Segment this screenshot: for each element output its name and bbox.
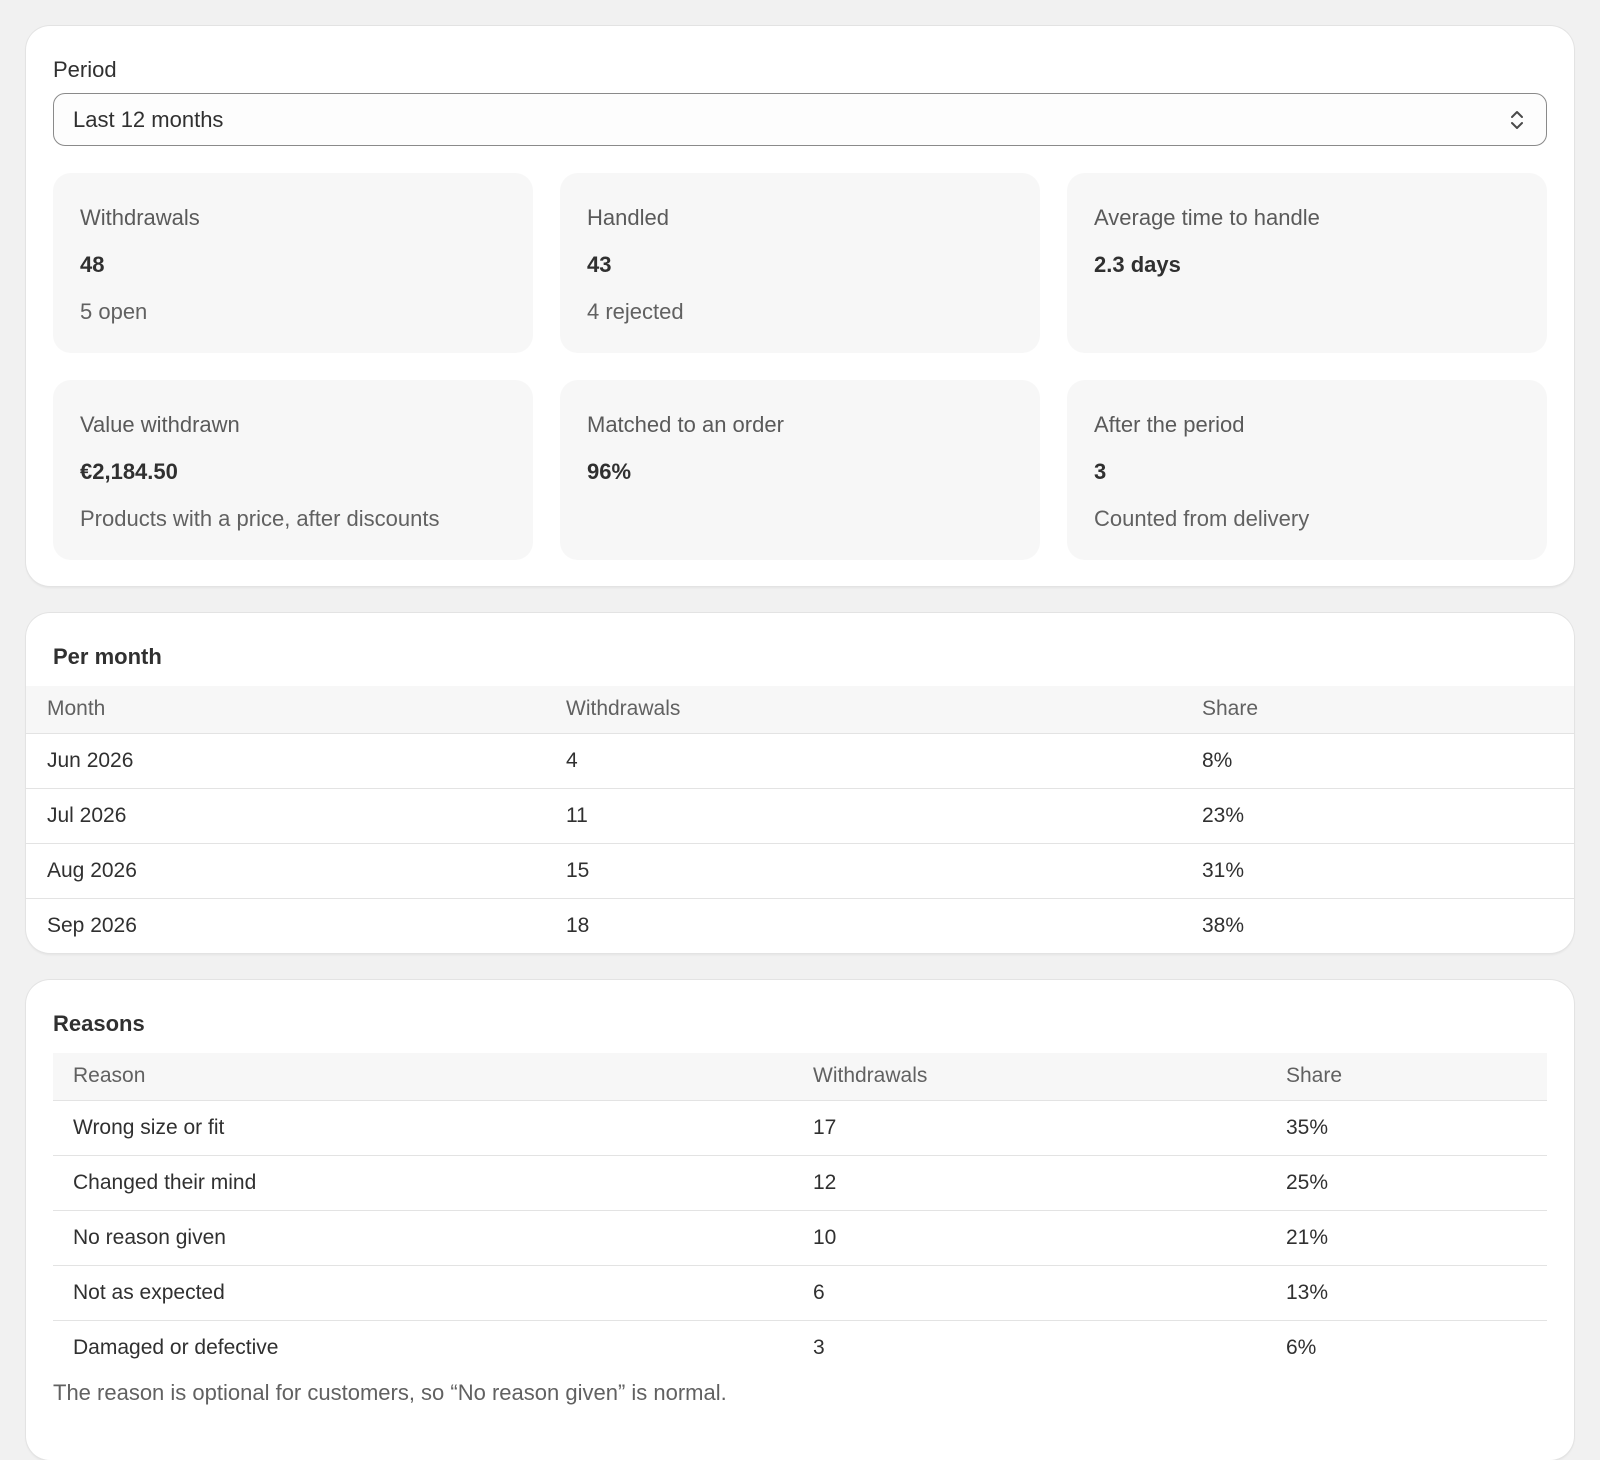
table-header-row: Month Withdrawals Share (26, 686, 1574, 734)
period-select[interactable]: Last 12 months (53, 93, 1547, 146)
cell-share: 6% (1286, 1335, 1317, 1359)
cell-month: Aug 2026 (26, 843, 566, 899)
metric-value: 96% (587, 459, 632, 484)
reasons-footnote: The reason is optional for customers, so… (53, 1380, 727, 1405)
reasons-title: Reasons (53, 1011, 145, 1036)
table-header-row: Reason Withdrawals Share (53, 1053, 1547, 1101)
cell-reason: Changed their mind (53, 1155, 813, 1211)
metrics-grid: Withdrawals 48 5 open Handled 43 4 rejec… (53, 173, 1547, 560)
metric-value: 3 (1094, 459, 1107, 484)
reasons-table: Reason Withdrawals Share Wrong size or f… (53, 1053, 1547, 1375)
cell-share: 13% (1286, 1265, 1547, 1321)
metric-value: €2,184.50 (80, 459, 178, 484)
metric-label: Value withdrawn (80, 412, 240, 437)
cell-withdrawals: 18 (566, 913, 590, 937)
cell-withdrawals: 6 (813, 1265, 1286, 1321)
cell-month: Sep 2026 (47, 913, 137, 937)
table-row: Jun 2026 4 8% (26, 733, 1574, 789)
cell-share: 38% (1202, 913, 1245, 937)
reasons-card: Reasons Reason Withdrawals Share Wrong s… (26, 980, 1574, 1460)
metric-label: After the period (1094, 412, 1245, 437)
metric-handled: Handled 43 4 rejected (560, 173, 1040, 353)
metric-note: Products with a price, after discounts (80, 506, 440, 531)
chevron-up-down-icon (1511, 111, 1523, 129)
metric-note: 5 open (80, 299, 148, 324)
cell-share: 21% (1286, 1210, 1547, 1266)
cell-withdrawals: 17 (813, 1100, 1286, 1156)
cell-share: 8% (1202, 733, 1574, 789)
summary-card: Period Last 12 months Withdrawals 48 5 o… (26, 26, 1574, 586)
table-row: Sep 2026 18 38% (26, 898, 1574, 953)
cell-share: 31% (1202, 843, 1574, 899)
column-header-withdrawals: Withdrawals (566, 686, 1202, 734)
table-row: No reason given 10 21% (53, 1210, 1547, 1266)
metric-note: 4 rejected (587, 299, 684, 324)
table-row: Changed their mind 12 25% (53, 1155, 1547, 1211)
cell-withdrawals: 11 (566, 788, 1202, 844)
metric-value: 48 (80, 252, 105, 277)
cell-month: Jun 2026 (26, 733, 566, 789)
cell-month: Jul 2026 (26, 788, 566, 844)
metric-matched-order: Matched to an order 96% (560, 380, 1040, 560)
table-row: Not as expected 6 13% (53, 1265, 1547, 1321)
column-header-month: Month (26, 686, 566, 734)
metric-label: Matched to an order (587, 412, 784, 437)
cell-reason: Damaged or defective (73, 1335, 279, 1359)
cell-share: 23% (1202, 788, 1574, 844)
period-label: Period (53, 57, 117, 82)
metric-value-withdrawn: Value withdrawn €2,184.50 Products with … (53, 380, 533, 560)
column-header-share: Share (1202, 686, 1574, 734)
table-row: Wrong size or fit 17 35% (53, 1100, 1547, 1156)
cell-withdrawals: 12 (813, 1155, 1286, 1211)
cell-reason: Wrong size or fit (53, 1100, 813, 1156)
cell-share: 35% (1286, 1100, 1547, 1156)
cell-withdrawals: 4 (566, 733, 1202, 789)
cell-withdrawals: 15 (566, 843, 1202, 899)
period-selected-value: Last 12 months (73, 106, 224, 132)
metric-label: Average time to handle (1094, 205, 1320, 230)
table-row: Aug 2026 15 31% (26, 843, 1574, 899)
cell-withdrawals: 3 (813, 1335, 825, 1359)
metric-value: 43 (587, 252, 612, 277)
metric-label: Handled (587, 205, 669, 230)
column-header-reason: Reason (53, 1053, 813, 1101)
column-header-withdrawals: Withdrawals (813, 1053, 1286, 1101)
metric-after-period: After the period 3 Counted from delivery (1067, 380, 1547, 560)
cell-share: 25% (1286, 1155, 1547, 1211)
cell-reason: No reason given (53, 1210, 813, 1266)
metric-note: Counted from delivery (1094, 506, 1310, 531)
column-header-share: Share (1286, 1053, 1547, 1101)
per-month-card: Per month Month Withdrawals Share Jun 20… (26, 613, 1574, 953)
metric-label: Withdrawals (80, 205, 200, 230)
metric-average-time: Average time to handle 2.3 days (1067, 173, 1547, 353)
cell-reason: Not as expected (53, 1265, 813, 1321)
table-row: Jul 2026 11 23% (26, 788, 1574, 844)
metric-value: 2.3 days (1094, 252, 1181, 277)
table-row: Damaged or defective 3 6% (53, 1320, 1547, 1375)
per-month-title: Per month (53, 644, 162, 669)
metric-withdrawals: Withdrawals 48 5 open (53, 173, 533, 353)
cell-withdrawals: 10 (813, 1210, 1286, 1266)
per-month-table: Month Withdrawals Share Jun 2026 4 8% Ju… (26, 686, 1574, 953)
